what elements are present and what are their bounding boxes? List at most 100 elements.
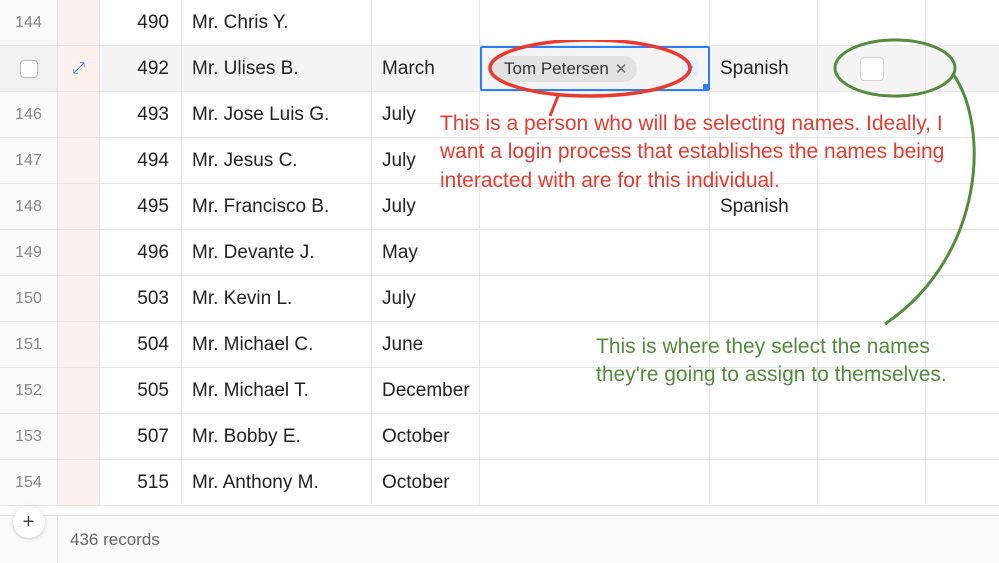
record-id-cell[interactable]: 505 xyxy=(100,368,182,413)
month-cell[interactable]: May xyxy=(372,230,480,275)
month-cell[interactable]: July xyxy=(372,92,480,137)
assign-cell[interactable] xyxy=(818,46,926,91)
add-row-button[interactable]: + xyxy=(13,506,45,538)
name-cell[interactable]: Mr. Bobby E. xyxy=(182,414,372,459)
row-number-cell[interactable]: 148 xyxy=(0,184,58,229)
row-number-cell[interactable]: 144 xyxy=(0,0,58,45)
row-number-cell[interactable]: 153 xyxy=(0,414,58,459)
assign-checkbox[interactable] xyxy=(860,57,884,81)
name-cell[interactable]: Mr. Jose Luis G. xyxy=(182,92,372,137)
row-number-cell[interactable] xyxy=(0,46,58,91)
assign-cell[interactable] xyxy=(818,276,926,321)
language-cell[interactable]: Spanish xyxy=(710,46,818,91)
assign-cell[interactable] xyxy=(818,460,926,505)
table-row[interactable]: 149 496Mr. Devante J.May xyxy=(0,230,999,276)
assigned-person-cell[interactable] xyxy=(480,414,710,459)
record-id-cell[interactable]: 507 xyxy=(100,414,182,459)
name-cell[interactable]: Mr. Anthony M. xyxy=(182,460,372,505)
record-id-cell[interactable]: 496 xyxy=(100,230,182,275)
row-number-cell[interactable]: 152 xyxy=(0,368,58,413)
record-id-cell[interactable]: 494 xyxy=(100,138,182,183)
expand-cell xyxy=(58,92,100,137)
expand-cell[interactable]: ⤢ xyxy=(58,46,100,91)
record-id-cell[interactable]: 490 xyxy=(100,0,182,45)
assign-cell[interactable] xyxy=(818,92,926,137)
table-row[interactable]: 147 494Mr. Jesus C.July xyxy=(0,138,999,184)
month-cell[interactable]: December xyxy=(372,368,480,413)
language-cell[interactable] xyxy=(710,276,818,321)
name-cell[interactable]: Mr. Michael T. xyxy=(182,368,372,413)
assigned-person-cell[interactable] xyxy=(480,276,710,321)
name-cell[interactable]: Mr. Michael C. xyxy=(182,322,372,367)
table-row[interactable]: 150 503 Mr. Kevin L. July xyxy=(0,276,999,322)
assigned-person-cell[interactable] xyxy=(480,92,710,137)
table-row[interactable]: 154 515Mr. Anthony M.October xyxy=(0,460,999,506)
language-cell[interactable] xyxy=(710,460,818,505)
row-number-cell[interactable]: 154 xyxy=(0,460,58,505)
month-cell[interactable]: July xyxy=(372,138,480,183)
row-number-cell[interactable]: 147 xyxy=(0,138,58,183)
assigned-person-cell[interactable] xyxy=(480,184,710,229)
month-cell[interactable]: March xyxy=(372,46,480,91)
assigned-person-cell[interactable] xyxy=(480,138,710,183)
assigned-person-cell[interactable] xyxy=(480,322,710,367)
month-cell[interactable] xyxy=(372,0,480,45)
language-cell[interactable] xyxy=(710,92,818,137)
person-tag[interactable]: Tom Petersen✕ xyxy=(492,56,637,82)
table-row[interactable]: 153 507Mr. Bobby E.October xyxy=(0,414,999,460)
assigned-person-cell[interactable] xyxy=(480,460,710,505)
row-number-cell[interactable]: 149 xyxy=(0,230,58,275)
expand-cell xyxy=(58,138,100,183)
month-cell[interactable]: October xyxy=(372,414,480,459)
name-cell[interactable]: Mr. Francisco B. xyxy=(182,184,372,229)
row-number-cell[interactable]: 150 xyxy=(0,276,58,321)
language-cell[interactable] xyxy=(710,138,818,183)
remove-tag-icon[interactable]: ✕ xyxy=(615,60,628,78)
table-row[interactable]: ⤢ 492Mr. Ulises B.March Tom Petersen✕ ▾ Span… xyxy=(0,46,999,92)
record-id-cell[interactable]: 492 xyxy=(100,46,182,91)
assigned-person-cell[interactable] xyxy=(480,368,710,413)
assign-cell[interactable] xyxy=(818,322,926,367)
row-select-checkbox[interactable] xyxy=(20,60,38,78)
row-number-cell[interactable]: 151 xyxy=(0,322,58,367)
assigned-person-cell[interactable] xyxy=(480,230,710,275)
name-cell[interactable]: Mr. Devante J. xyxy=(182,230,372,275)
assigned-person-cell[interactable] xyxy=(480,0,710,45)
table-row[interactable]: 151 504Mr. Michael C.June xyxy=(0,322,999,368)
assign-cell[interactable] xyxy=(818,230,926,275)
expand-icon[interactable]: ⤢ xyxy=(72,61,85,77)
assign-cell[interactable] xyxy=(818,184,926,229)
assigned-person-cell[interactable]: Tom Petersen✕ ▾ xyxy=(480,46,710,91)
name-cell[interactable]: Mr. Ulises B. xyxy=(182,46,372,91)
month-cell[interactable]: July xyxy=(372,184,480,229)
language-cell[interactable] xyxy=(710,0,818,45)
table-row[interactable]: 146 493Mr. Jose Luis G.July xyxy=(0,92,999,138)
tag-dropdown-icon[interactable]: ▾ xyxy=(682,60,698,77)
assign-cell[interactable] xyxy=(818,138,926,183)
assign-cell[interactable] xyxy=(818,368,926,413)
record-id-cell[interactable]: 493 xyxy=(100,92,182,137)
assign-cell[interactable] xyxy=(818,0,926,45)
name-cell[interactable]: Mr. Jesus C. xyxy=(182,138,372,183)
record-id: 495 xyxy=(137,196,169,218)
row-number-cell[interactable]: 146 xyxy=(0,92,58,137)
record-id-cell[interactable]: 503 xyxy=(100,276,182,321)
record-id-cell[interactable]: 515 xyxy=(100,460,182,505)
table-row[interactable]: 152 505Mr. Michael T.December xyxy=(0,368,999,414)
name-value: Mr. Kevin L. xyxy=(192,288,292,310)
record-id-cell[interactable]: 504 xyxy=(100,322,182,367)
name-cell[interactable]: Mr. Kevin L. xyxy=(182,276,372,321)
assign-cell[interactable] xyxy=(818,414,926,459)
language-cell[interactable] xyxy=(710,230,818,275)
month-cell[interactable]: October xyxy=(372,460,480,505)
table-row[interactable]: 148 495 Mr. Francisco B.July Spanish xyxy=(0,184,999,230)
table-row[interactable]: 144 490Mr. Chris Y. xyxy=(0,0,999,46)
language-cell[interactable]: Spanish xyxy=(710,184,818,229)
language-cell[interactable] xyxy=(710,414,818,459)
language-cell[interactable] xyxy=(710,322,818,367)
language-cell[interactable] xyxy=(710,368,818,413)
name-cell[interactable]: Mr. Chris Y. xyxy=(182,0,372,45)
record-id-cell[interactable]: 495 xyxy=(100,184,182,229)
month-cell[interactable]: July xyxy=(372,276,480,321)
month-cell[interactable]: June xyxy=(372,322,480,367)
